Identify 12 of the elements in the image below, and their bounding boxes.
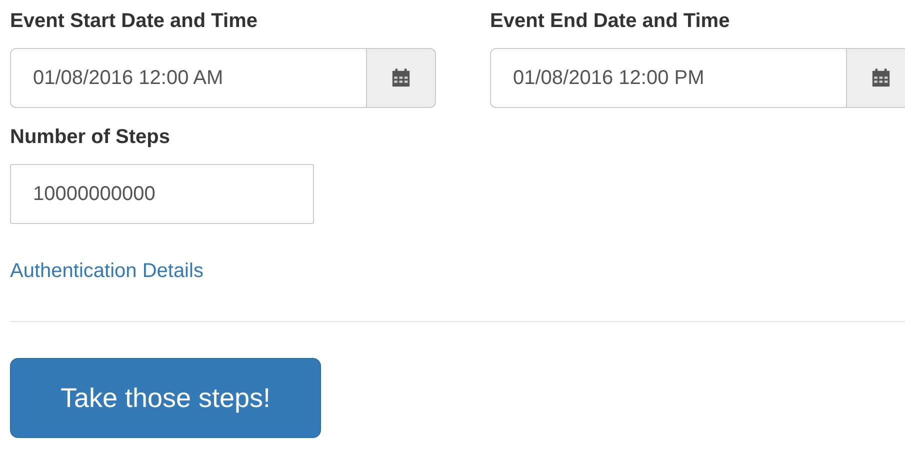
field-label: Event End Date and Time	[490, 9, 731, 34]
calendar-icon	[391, 68, 411, 88]
calendar-button[interactable]	[366, 48, 436, 108]
steps-input[interactable]: 10000000000	[10, 164, 314, 224]
field-label: Event Start Date and Time	[10, 9, 258, 34]
calendar-icon	[871, 68, 891, 88]
authentication-link[interactable]: Authentication Details	[10, 258, 204, 284]
calendar-button[interactable]	[846, 48, 905, 108]
date-input[interactable]: 01/08/2016 12:00 PM	[490, 48, 846, 108]
date-input[interactable]: 01/08/2016 12:00 AM	[10, 48, 366, 108]
field-label: Number of Steps	[10, 125, 172, 150]
submit-button[interactable]: Take those steps!	[10, 358, 321, 438]
